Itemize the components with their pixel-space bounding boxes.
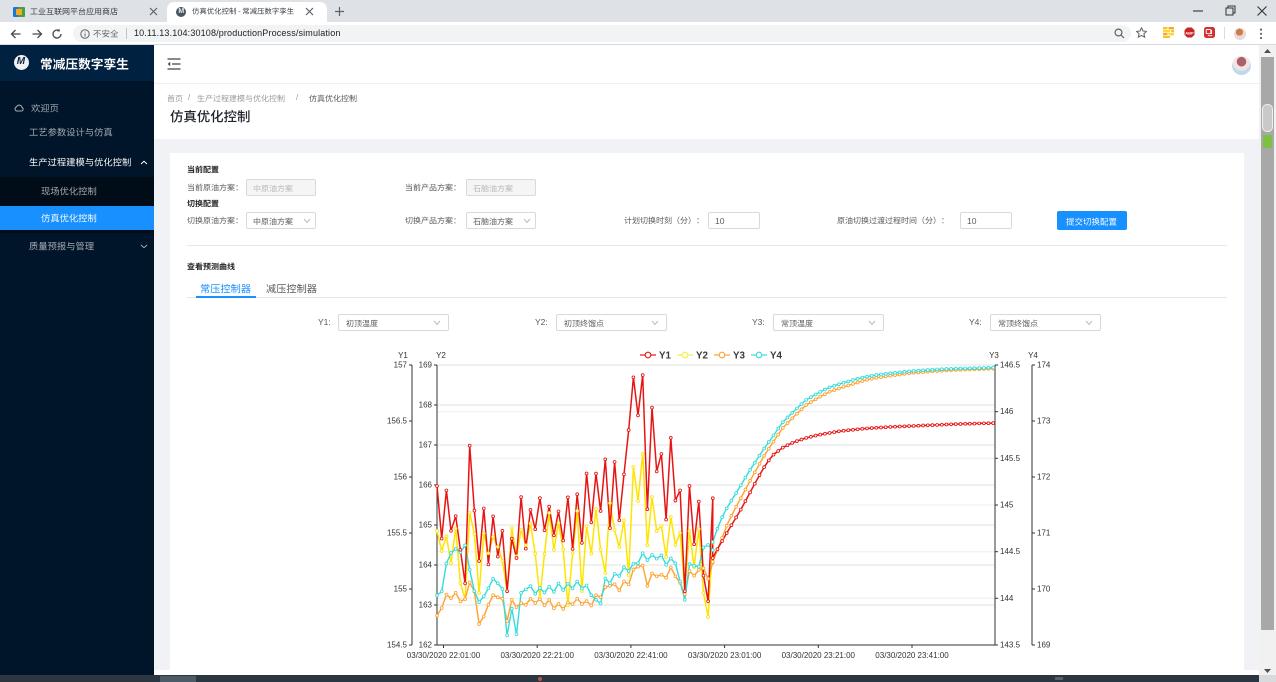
- svg-text:174: 174: [1037, 361, 1051, 370]
- svg-text:167: 167: [419, 441, 433, 450]
- svg-text:03/30/2020 22:01:00: 03/30/2020 22:01:00: [407, 651, 481, 660]
- svg-text:Y4: Y4: [770, 351, 783, 362]
- svg-text:162: 162: [419, 641, 433, 650]
- svg-text:Y1: Y1: [398, 351, 408, 360]
- svg-text:164: 164: [419, 561, 433, 570]
- svg-text:154.5: 154.5: [387, 641, 408, 650]
- svg-text:143.5: 143.5: [1000, 641, 1021, 650]
- svg-text:ABP: ABP: [1185, 31, 1194, 36]
- svg-text:172: 172: [1037, 473, 1051, 482]
- svg-text:Y2: Y2: [696, 351, 709, 362]
- svg-text:169: 169: [419, 361, 433, 370]
- svg-text:171: 171: [1037, 529, 1051, 538]
- svg-text:166: 166: [419, 481, 433, 490]
- svg-text:155: 155: [394, 585, 408, 594]
- svg-text:157: 157: [394, 361, 408, 370]
- svg-text:03/30/2020 23:21:00: 03/30/2020 23:21:00: [782, 651, 856, 660]
- svg-text:144.5: 144.5: [1000, 547, 1021, 556]
- svg-text:156: 156: [394, 473, 408, 482]
- svg-text:03/30/2020 22:41:00: 03/30/2020 22:41:00: [594, 651, 668, 660]
- svg-text:Y1: Y1: [659, 351, 672, 362]
- svg-text:170: 170: [1037, 585, 1051, 594]
- svg-text:156.5: 156.5: [387, 417, 408, 426]
- svg-text:Y4: Y4: [1028, 351, 1038, 360]
- svg-text:03/30/2020 22:21:00: 03/30/2020 22:21:00: [500, 651, 574, 660]
- svg-text:146: 146: [1000, 407, 1014, 416]
- svg-text:Y2: Y2: [436, 351, 446, 360]
- svg-text:Y3: Y3: [989, 351, 999, 360]
- svg-text:169: 169: [1037, 641, 1051, 650]
- svg-text:173: 173: [1037, 417, 1051, 426]
- svg-text:144: 144: [1000, 594, 1014, 603]
- svg-text:146.5: 146.5: [1000, 361, 1021, 370]
- svg-text:Y3: Y3: [733, 351, 746, 362]
- svg-text:03/30/2020 23:41:00: 03/30/2020 23:41:00: [875, 651, 949, 660]
- svg-text:165: 165: [419, 521, 433, 530]
- svg-text:145: 145: [1000, 501, 1014, 510]
- svg-text:168: 168: [419, 401, 433, 410]
- svg-text:155.5: 155.5: [387, 529, 408, 538]
- svg-text:145.5: 145.5: [1000, 454, 1021, 463]
- svg-text:163: 163: [419, 601, 433, 610]
- svg-text:03/30/2020 23:01:00: 03/30/2020 23:01:00: [688, 651, 762, 660]
